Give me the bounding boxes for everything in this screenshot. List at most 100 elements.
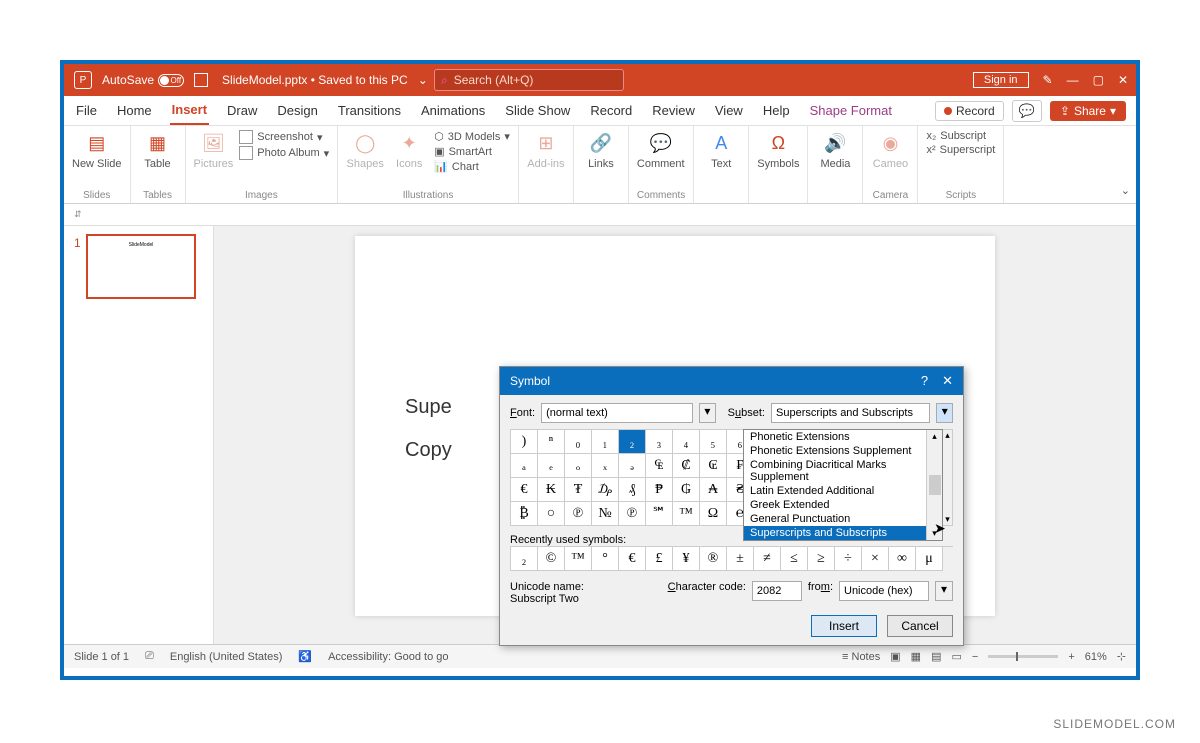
symbol-cell[interactable]: ⁿ	[538, 430, 565, 454]
tab-review[interactable]: Review	[650, 97, 697, 124]
3d-models-button[interactable]: ⬡ 3D Models ▾	[434, 130, 510, 143]
symbol-cell[interactable]: ₒ	[565, 454, 592, 478]
subset-option[interactable]: Latin Extended Additional	[744, 484, 942, 498]
symbol-cell[interactable]: ₭	[538, 478, 565, 502]
subscript-button[interactable]: x₂ Subscript	[926, 130, 995, 142]
symbol-cell[interactable]: ○	[538, 502, 565, 526]
recent-symbol-cell[interactable]: €	[619, 547, 646, 571]
recent-symbol-cell[interactable]: ≠	[754, 547, 781, 571]
chevron-down-icon[interactable]: ⌄	[418, 73, 428, 87]
recent-symbol-cell[interactable]: ÷	[835, 547, 862, 571]
from-select[interactable]	[839, 581, 929, 601]
slide-thumbnail-1[interactable]: 1 SlideModel	[86, 234, 196, 299]
screenshot-button[interactable]: Screenshot ▾	[239, 130, 329, 144]
notes-button[interactable]: ≡ Notes	[842, 651, 880, 663]
search-input[interactable]: ⌕ Search (Alt+Q)	[434, 69, 624, 91]
zoom-slider[interactable]	[988, 655, 1058, 658]
table-button[interactable]: ▦Table	[139, 130, 177, 170]
toggle-icon[interactable]: Off	[158, 74, 184, 87]
superscript-button[interactable]: x² Superscript	[926, 144, 995, 156]
zoom-in-icon[interactable]: +	[1068, 651, 1074, 663]
pictures-button[interactable]: 🖼Pictures	[194, 130, 234, 170]
recent-symbol-cell[interactable]: ®	[700, 547, 727, 571]
symbol-cell[interactable]: ₁	[592, 430, 619, 454]
sorter-view-icon[interactable]: ▦	[911, 650, 921, 663]
symbol-cell[interactable]: ₠	[646, 454, 673, 478]
close-icon[interactable]: ✕	[1118, 73, 1128, 87]
symbol-cell[interactable]: ℠	[646, 502, 673, 526]
dialog-close-icon[interactable]: ✕	[942, 373, 953, 389]
symbol-cell[interactable]: ™	[673, 502, 700, 526]
photo-album-button[interactable]: Photo Album ▾	[239, 146, 329, 160]
subset-option[interactable]: Phonetic Extensions Supplement	[744, 444, 942, 458]
minimize-icon[interactable]: —	[1067, 73, 1079, 87]
comment-button[interactable]: 💬Comment	[637, 130, 685, 170]
recent-symbols-grid[interactable]: ₂©™°€£¥®±≠≤≥÷×∞μ	[510, 546, 953, 571]
recent-symbol-cell[interactable]: ©	[538, 547, 565, 571]
qat-expand-icon[interactable]: ⇵	[74, 209, 82, 220]
symbol-cell[interactable]: ₲	[673, 478, 700, 502]
font-select[interactable]	[541, 403, 693, 423]
file-name[interactable]: SlideModel.pptx • Saved to this PC	[222, 73, 408, 87]
symbol-grid-scrollbar[interactable]: ▴▾	[943, 429, 953, 526]
subset-option[interactable]: Phonetic Extensions	[744, 430, 942, 444]
symbol-cell[interactable]: ₰	[619, 478, 646, 502]
symbol-cell[interactable]: ₯	[592, 478, 619, 502]
symbol-cell[interactable]: ₮	[565, 478, 592, 502]
symbol-cell[interactable]: ₳	[700, 478, 727, 502]
subset-select[interactable]	[771, 403, 930, 423]
symbol-cell[interactable]: ₡	[673, 454, 700, 478]
collapse-ribbon-icon[interactable]: ⌄	[1121, 184, 1130, 197]
smartart-button[interactable]: ▣ SmartArt	[434, 145, 510, 158]
tab-help[interactable]: Help	[761, 97, 792, 124]
tab-animations[interactable]: Animations	[419, 97, 487, 124]
recent-symbol-cell[interactable]: ×	[862, 547, 889, 571]
tab-view[interactable]: View	[713, 97, 745, 124]
symbol-cell[interactable]: ₅	[700, 430, 727, 454]
status-zoom[interactable]: 61%	[1085, 651, 1107, 663]
save-icon[interactable]	[194, 73, 208, 87]
new-slide-button[interactable]: ▤New Slide	[72, 130, 122, 170]
insert-button[interactable]: Insert	[811, 615, 877, 637]
maximize-icon[interactable]: ▢	[1093, 73, 1104, 87]
zoom-out-icon[interactable]: −	[972, 651, 978, 663]
symbol-cell[interactable]: ℗	[565, 502, 592, 526]
normal-view-icon[interactable]: ▣	[890, 650, 900, 663]
symbol-cell[interactable]: €	[511, 478, 538, 502]
links-button[interactable]: 🔗Links	[582, 130, 620, 170]
tab-design[interactable]: Design	[275, 97, 319, 124]
tab-shape-format[interactable]: Shape Format	[808, 97, 894, 124]
subset-option[interactable]: Superscripts and Subscripts	[744, 526, 942, 540]
symbol-cell[interactable]: ₀	[565, 430, 592, 454]
subset-option[interactable]: Greek Extended	[744, 498, 942, 512]
symbol-cell[interactable]: ₃	[646, 430, 673, 454]
recent-symbol-cell[interactable]: £	[646, 547, 673, 571]
status-accessibility[interactable]: Accessibility: Good to go	[328, 651, 448, 663]
charcode-input[interactable]	[752, 581, 802, 601]
symbol-cell[interactable]: ₂	[619, 430, 646, 454]
icons-button[interactable]: ✦Icons	[390, 130, 428, 170]
symbol-cell[interactable]: Ω	[700, 502, 727, 526]
tab-file[interactable]: File	[74, 97, 99, 124]
shapes-button[interactable]: ◯Shapes	[346, 130, 384, 170]
symbols-button[interactable]: ΩSymbols	[757, 130, 799, 170]
media-button[interactable]: 🔊Media	[816, 130, 854, 170]
from-dropdown-icon[interactable]: ▾	[935, 581, 953, 601]
subset-option[interactable]: General Punctuation	[744, 512, 942, 526]
symbol-cell[interactable]: №	[592, 502, 619, 526]
symbol-cell[interactable]: ₐ	[511, 454, 538, 478]
slideshow-view-icon[interactable]: ▭	[951, 650, 961, 663]
symbol-cell[interactable]: ₔ	[619, 454, 646, 478]
subset-option[interactable]: Combining Diacritical Marks Supplement	[744, 458, 942, 484]
symbol-cell[interactable]: ℗	[619, 502, 646, 526]
recent-symbol-cell[interactable]: ™	[565, 547, 592, 571]
recent-symbol-cell[interactable]: ∞	[889, 547, 916, 571]
cancel-button[interactable]: Cancel	[887, 615, 953, 637]
fit-icon[interactable]: ⊹	[1117, 650, 1126, 663]
status-slide-count[interactable]: Slide 1 of 1	[74, 651, 129, 663]
record-button[interactable]: Record	[935, 101, 1004, 121]
dialog-titlebar[interactable]: Symbol ? ✕	[500, 367, 963, 395]
tab-transitions[interactable]: Transitions	[336, 97, 403, 124]
sign-in-button[interactable]: Sign in	[973, 72, 1029, 88]
symbol-cell[interactable]: ₄	[673, 430, 700, 454]
